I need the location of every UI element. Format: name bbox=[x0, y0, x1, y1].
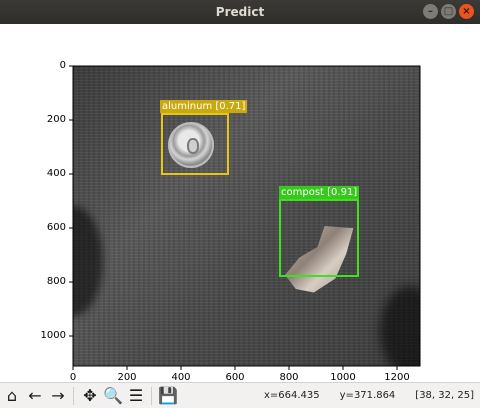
toolbar-separator bbox=[73, 386, 74, 405]
home-icon[interactable]: ⌂ bbox=[1, 385, 23, 407]
plot-canvas[interactable]: aluminum [0.71] compost [0.91] 0 200 400… bbox=[0, 24, 480, 383]
toolbar-separator bbox=[151, 386, 152, 405]
axes: 0 200 400 600 800 1000 0 200 400 600 800… bbox=[0, 24, 480, 383]
y-ticks bbox=[69, 65, 73, 337]
status-y: y=371.864 bbox=[339, 390, 396, 401]
configure-subplots-icon[interactable]: ☰ bbox=[125, 385, 147, 407]
y-tick-label: 400 bbox=[46, 168, 66, 179]
x-ticks bbox=[72, 366, 398, 370]
y-tick-label: 0 bbox=[59, 60, 66, 71]
status-rgb: [38, 32, 25] bbox=[415, 390, 474, 401]
y-tick-label: 1000 bbox=[40, 330, 66, 341]
y-tick-label: 600 bbox=[46, 222, 66, 233]
matplotlib-toolbar: ⌂ ← → ✥ 🔍 ☰ 💾 x=664.435 y=371.864 [38, 3… bbox=[0, 382, 480, 408]
back-icon[interactable]: ← bbox=[24, 385, 46, 407]
y-tick-label: 200 bbox=[46, 114, 66, 125]
title-bar: Predict – □ × bbox=[0, 0, 480, 24]
window-title: Predict bbox=[215, 5, 265, 19]
status-x: x=664.435 bbox=[263, 390, 320, 401]
status-readout: x=664.435 y=371.864 [38, 32, 25] bbox=[264, 390, 474, 401]
close-button[interactable]: × bbox=[459, 4, 474, 19]
y-tick-label: 800 bbox=[46, 276, 66, 287]
maximize-button[interactable]: □ bbox=[441, 4, 456, 19]
forward-icon[interactable]: → bbox=[47, 385, 69, 407]
minimize-button[interactable]: – bbox=[423, 4, 438, 19]
zoom-icon[interactable]: 🔍 bbox=[102, 385, 124, 407]
pan-icon[interactable]: ✥ bbox=[79, 385, 101, 407]
save-icon[interactable]: 💾 bbox=[157, 385, 179, 407]
window-controls: – □ × bbox=[423, 4, 474, 19]
axes-frame bbox=[69, 65, 421, 370]
